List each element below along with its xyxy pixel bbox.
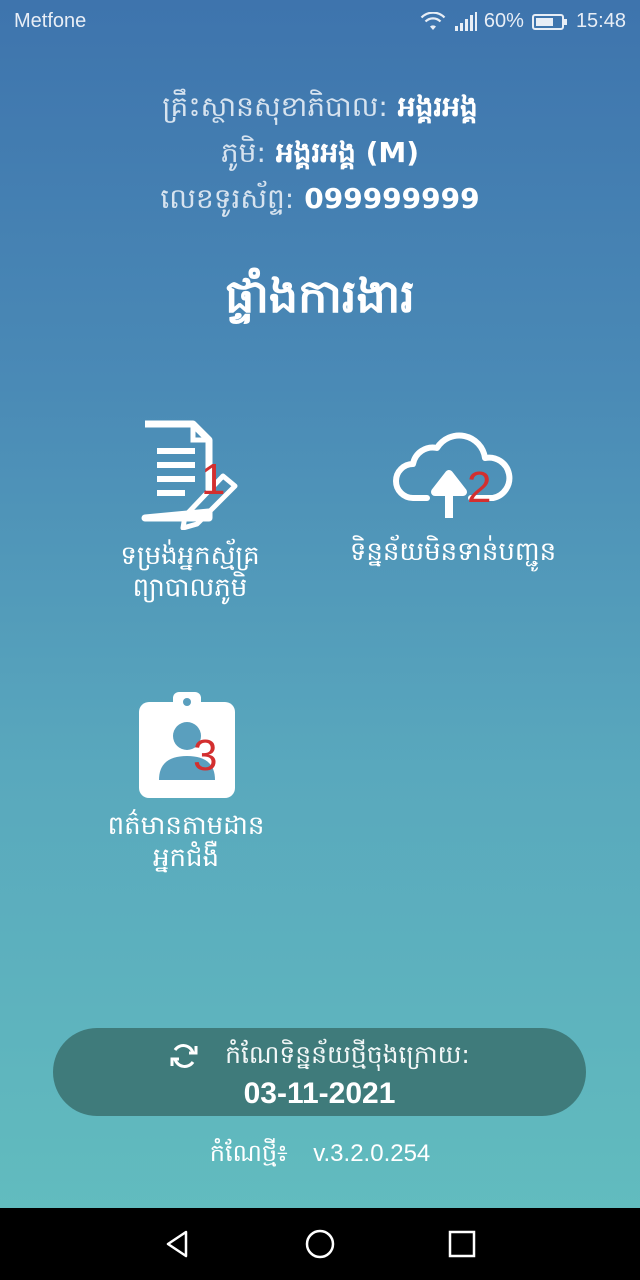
tile-vhv-form[interactable]: 1 ទម្រង់អ្នកស្ម័គ្រ ព្យាបាលភូមិ bbox=[90, 420, 290, 604]
phone-row: លេខទូរស័ព្ទ: 099999999 bbox=[0, 176, 640, 222]
version-label: កំណែថ្មី៖ bbox=[209, 1139, 288, 1167]
tile-label: ពត៌មានតាមដាន អ្នកជំងឺ bbox=[76, 810, 296, 874]
user-info: គ្រឹះស្ថានសុខាភិបាល: អង្គរអង្គ ភូមិ: អង្គរ… bbox=[0, 84, 640, 222]
back-icon bbox=[166, 1230, 188, 1258]
facility-value: អង្គរអង្គ bbox=[397, 90, 478, 123]
last-update-date: 03-11-2021 bbox=[243, 1077, 396, 1110]
tile-number: 3 bbox=[193, 731, 218, 780]
home-icon bbox=[305, 1229, 335, 1259]
sync-icon bbox=[169, 1040, 225, 1069]
facility-label: គ្រឹះស្ថានសុខាភិបាល: bbox=[162, 90, 388, 123]
sync-row: កំណែទិន្នន័យថ្មីចុងក្រោយ: bbox=[53, 1036, 586, 1074]
status-bar: Metfone 60% 15:48 bbox=[0, 0, 640, 44]
version-value: v.3.2.0.254 bbox=[313, 1140, 431, 1167]
tile-unsent-data[interactable]: 2 ទិន្នន័យមិនទាន់បញ្ជូន bbox=[322, 420, 584, 568]
last-update-button[interactable]: កំណែទិន្នន័យថ្មីចុងក្រោយ: 03-11-2021 bbox=[53, 1028, 586, 1116]
home-button[interactable] bbox=[304, 1228, 336, 1260]
tile-number: 1 bbox=[201, 455, 226, 504]
tile-label-line1: ទម្រង់អ្នកស្ម័គ្រ bbox=[120, 541, 260, 571]
tile-label-line2: អ្នកជំងឺ bbox=[152, 843, 219, 873]
facility-row: គ្រឹះស្ថានសុខាភិបាល: អង្គរអង្គ bbox=[0, 84, 640, 130]
village-row: ភូមិ: អង្គរអង្គ (M) bbox=[0, 130, 640, 176]
app-screen: Metfone 60% 15:48 គ្រឹះស្ថានសុខាភិបាល: អ… bbox=[0, 0, 640, 1280]
last-update-label: កំណែទិន្នន័យថ្មីចុងក្រោយ: bbox=[225, 1040, 470, 1069]
tile-label: ទម្រង់អ្នកស្ម័គ្រ ព្យាបាលភូមិ bbox=[90, 540, 290, 604]
carrier-name: Metfone bbox=[14, 10, 87, 32]
back-button[interactable] bbox=[162, 1228, 194, 1260]
recents-button[interactable] bbox=[446, 1228, 478, 1260]
status-indicators: 60% 15:48 bbox=[420, 10, 626, 33]
signal-icon bbox=[454, 11, 478, 32]
tile-label: ទិន្នន័យមិនទាន់បញ្ជូន bbox=[349, 537, 557, 567]
tile-patient-followup[interactable]: 3 ពត៌មានតាមដាន អ្នកជំងឺ bbox=[76, 690, 296, 874]
tile-label-line2: ព្យាបាលភូមិ bbox=[132, 573, 248, 603]
phone-value: 099999999 bbox=[304, 182, 480, 215]
village-label: ភូមិ: bbox=[220, 136, 266, 169]
battery-icon bbox=[531, 13, 568, 31]
tile-label-line1: ពត៌មានតាមដាន bbox=[107, 811, 265, 841]
form-edit-icon: 1 bbox=[135, 420, 245, 531]
system-nav-bar bbox=[0, 1208, 640, 1280]
village-value: អង្គរអង្គ (M) bbox=[275, 136, 420, 169]
clock: 15:48 bbox=[575, 10, 626, 32]
cloud-upload-icon: 2 bbox=[393, 420, 513, 530]
phone-label: លេខទូរស័ព្ទ: bbox=[160, 182, 295, 215]
tile-number: 2 bbox=[467, 463, 492, 512]
wifi-icon bbox=[420, 11, 446, 32]
patient-badge-icon: 3 bbox=[131, 690, 241, 800]
battery-percent: 60% bbox=[483, 10, 524, 32]
recents-icon bbox=[448, 1230, 476, 1258]
page-title: ផ្ទាំងការងារ bbox=[225, 269, 415, 323]
app-version: កំណែថ្មី៖ v.3.2.0.254 bbox=[0, 1138, 640, 1173]
